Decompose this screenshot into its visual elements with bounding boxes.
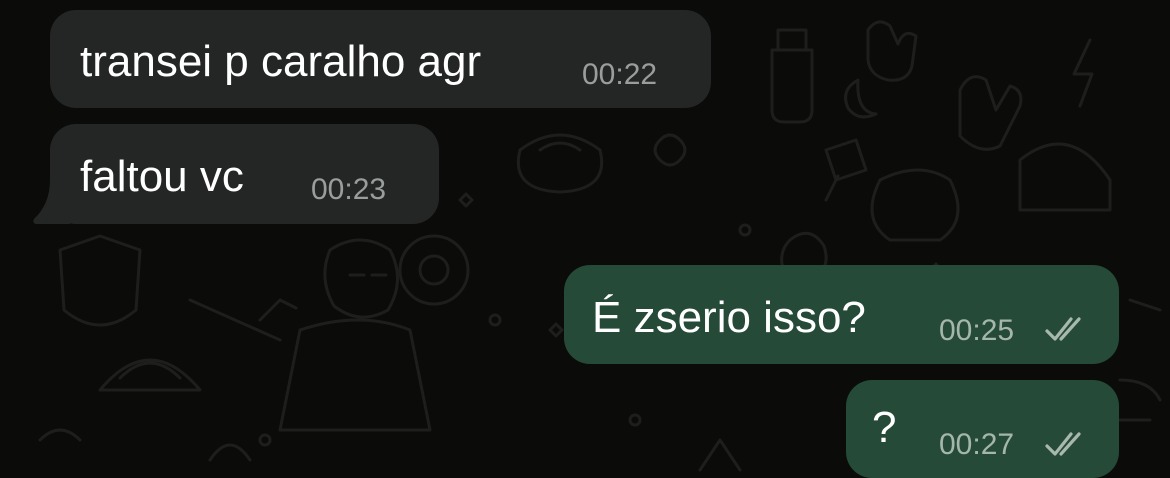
double-check-icon (1045, 432, 1081, 456)
message-bubble-incoming[interactable]: transei p caralho agr 00:22 (50, 10, 711, 108)
message-text: faltou vc (80, 152, 244, 201)
message-timestamp: 00:22 (582, 58, 658, 91)
message-timestamp: 00:25 (939, 314, 1015, 347)
message-timestamp: 00:27 (939, 428, 1015, 461)
double-check-icon (1045, 317, 1081, 341)
message-text: É zserio isso? (592, 293, 866, 342)
message-bubble-outgoing[interactable]: ? 00:27 (846, 380, 1119, 478)
message-bubble-incoming[interactable]: faltou vc 00:23 (50, 124, 439, 224)
message-text: ? (872, 403, 897, 452)
message-timestamp: 00:23 (311, 173, 387, 206)
message-bubble-outgoing[interactable]: É zserio isso? 00:25 (564, 265, 1119, 364)
message-text: transei p caralho agr (80, 37, 482, 86)
